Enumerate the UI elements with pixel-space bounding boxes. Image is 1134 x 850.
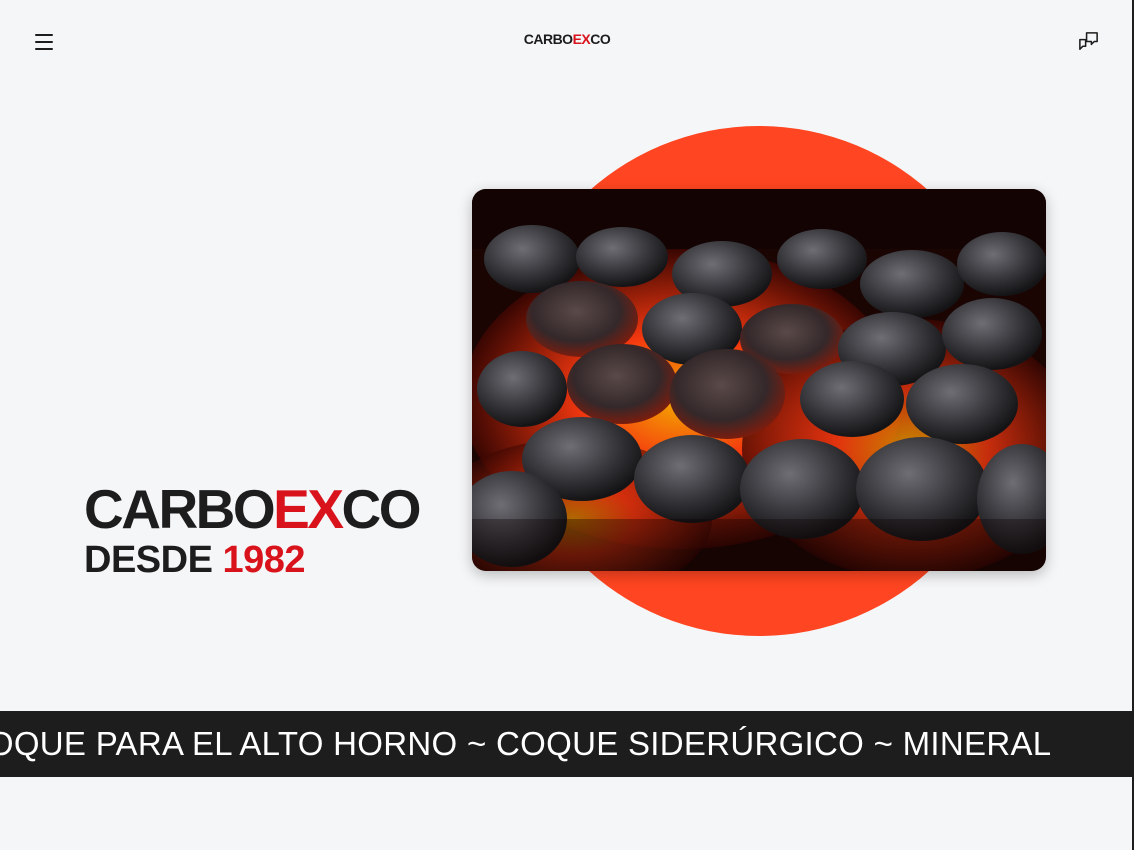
marquee-text: TIVO ~ COQUE PARA EL ALTO HORNO ~ COQUE …: [0, 725, 1052, 762]
hero-title-brand: CARBOEXCO: [84, 478, 422, 540]
header-logo[interactable]: CARBOEXCO: [0, 31, 1134, 47]
since-year: 1982: [222, 539, 306, 581]
brand-part2: EX: [273, 478, 344, 540]
glowing-coal-image: [472, 189, 1046, 571]
chat-bubbles-icon: [1079, 32, 1098, 50]
products-marquee: TIVO ~ COQUE PARA EL ALTO HORNO ~ COQUE …: [0, 711, 1134, 777]
brand-part1: CARBO: [84, 478, 276, 540]
logo-part2: EX: [572, 31, 591, 47]
menu-line: [35, 48, 53, 50]
hero-image: [472, 189, 1046, 571]
chat-button[interactable]: [1077, 30, 1100, 53]
hero-title-since: DESDE 1982: [84, 540, 419, 580]
hero-title: CARBOEXCO DESDE 1982: [84, 478, 422, 580]
logo-part3: CO: [590, 31, 611, 47]
brand-part3: CO: [341, 478, 422, 540]
since-label: DESDE: [84, 539, 213, 581]
logo-part1: CARBO: [523, 31, 573, 47]
